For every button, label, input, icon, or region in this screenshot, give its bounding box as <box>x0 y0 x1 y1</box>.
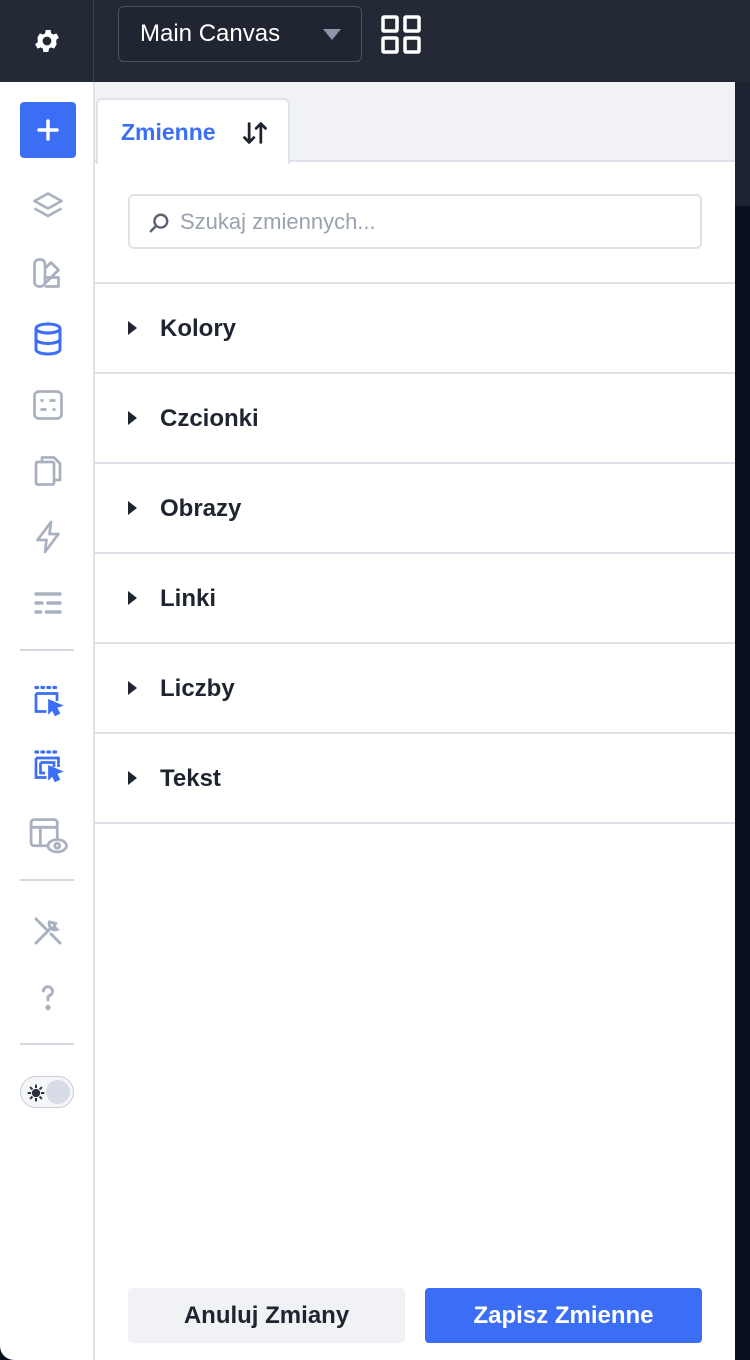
select-cursor-icon <box>34 685 64 717</box>
tab-variables[interactable]: Zmienne <box>96 98 290 164</box>
sidebar-item-preview[interactable] <box>27 814 69 856</box>
layout-preview-icon <box>29 818 68 854</box>
group-label: Kolory <box>160 315 237 342</box>
group-label: Linki <box>160 585 217 612</box>
sidebar-divider <box>20 879 74 881</box>
group-label: Liczby <box>160 675 235 702</box>
canvas-select[interactable]: Main Canvas <box>118 6 362 62</box>
lightning-icon <box>36 520 60 554</box>
tab-label: Zmienne <box>121 118 216 145</box>
layers-icon <box>33 192 63 218</box>
sidebar-item-multi-select[interactable] <box>27 746 69 788</box>
sidebar-item-tools[interactable] <box>27 910 69 952</box>
variable-groups: Kolory Czcionki Obrazy Linki Liczby Teks… <box>95 282 735 824</box>
form-icon <box>33 390 63 420</box>
sun-icon <box>27 1084 45 1102</box>
settings-button[interactable] <box>0 0 94 82</box>
palette-icon <box>33 258 60 288</box>
caret-right-icon <box>128 501 137 515</box>
add-button[interactable] <box>20 102 76 158</box>
grid-view-button[interactable] <box>380 14 424 56</box>
sidebar-item-actions[interactable] <box>27 516 69 558</box>
group-linki[interactable]: Linki <box>95 554 735 644</box>
sidebar-item-settings[interactable] <box>27 582 69 624</box>
left-sidebar <box>0 82 95 1360</box>
sliders-icon <box>34 592 62 614</box>
tools-icon <box>34 917 62 945</box>
background-strip <box>735 82 750 1360</box>
help-icon <box>42 985 54 1011</box>
sidebar-item-styles[interactable] <box>27 252 69 294</box>
sidebar-item-variables[interactable] <box>27 318 69 360</box>
search-input[interactable] <box>180 196 690 247</box>
group-obrazy[interactable]: Obrazy <box>95 464 735 554</box>
caret-right-icon <box>128 321 137 335</box>
sidebar-divider <box>20 1043 74 1045</box>
caret-right-icon <box>128 591 137 605</box>
sidebar-item-layers[interactable] <box>27 186 69 228</box>
top-bar: Main Canvas <box>0 0 750 82</box>
grid-icon <box>381 15 421 54</box>
cancel-button[interactable]: Anuluj Zmiany <box>128 1288 405 1343</box>
sidebar-item-select[interactable] <box>27 680 69 722</box>
sidebar-item-forms[interactable] <box>27 384 69 426</box>
theme-toggle[interactable] <box>20 1076 74 1108</box>
group-kolory[interactable]: Kolory <box>95 284 735 374</box>
search-field[interactable] <box>128 194 702 249</box>
tab-bar: Zmienne <box>95 82 735 164</box>
caret-right-icon <box>128 411 137 425</box>
search-icon <box>149 213 169 233</box>
sidebar-item-help[interactable] <box>27 976 69 1018</box>
group-tekst[interactable]: Tekst <box>95 734 735 824</box>
toggle-knob <box>46 1080 70 1104</box>
group-czcionki[interactable]: Czcionki <box>95 374 735 464</box>
chevron-down-icon <box>323 29 341 40</box>
caret-right-icon <box>128 771 137 785</box>
group-label: Tekst <box>160 765 221 792</box>
sidebar-divider <box>20 649 74 651</box>
sort-icon[interactable] <box>241 119 269 147</box>
gear-icon <box>34 30 59 52</box>
caret-right-icon <box>128 681 137 695</box>
plus-icon <box>37 119 59 141</box>
sidebar-item-pages[interactable] <box>27 450 69 492</box>
save-button[interactable]: Zapisz Zmienne <box>425 1288 702 1343</box>
group-liczby[interactable]: Liczby <box>95 644 735 734</box>
variables-panel: Zmienne Kolory Czcionki Obrazy Linki <box>95 82 735 1360</box>
group-label: Czcionki <box>160 405 259 432</box>
database-icon <box>34 322 62 356</box>
canvas-select-value: Main Canvas <box>140 20 281 47</box>
pages-icon <box>34 456 62 486</box>
multi-select-cursor-icon <box>34 750 64 783</box>
group-label: Obrazy <box>160 495 242 522</box>
